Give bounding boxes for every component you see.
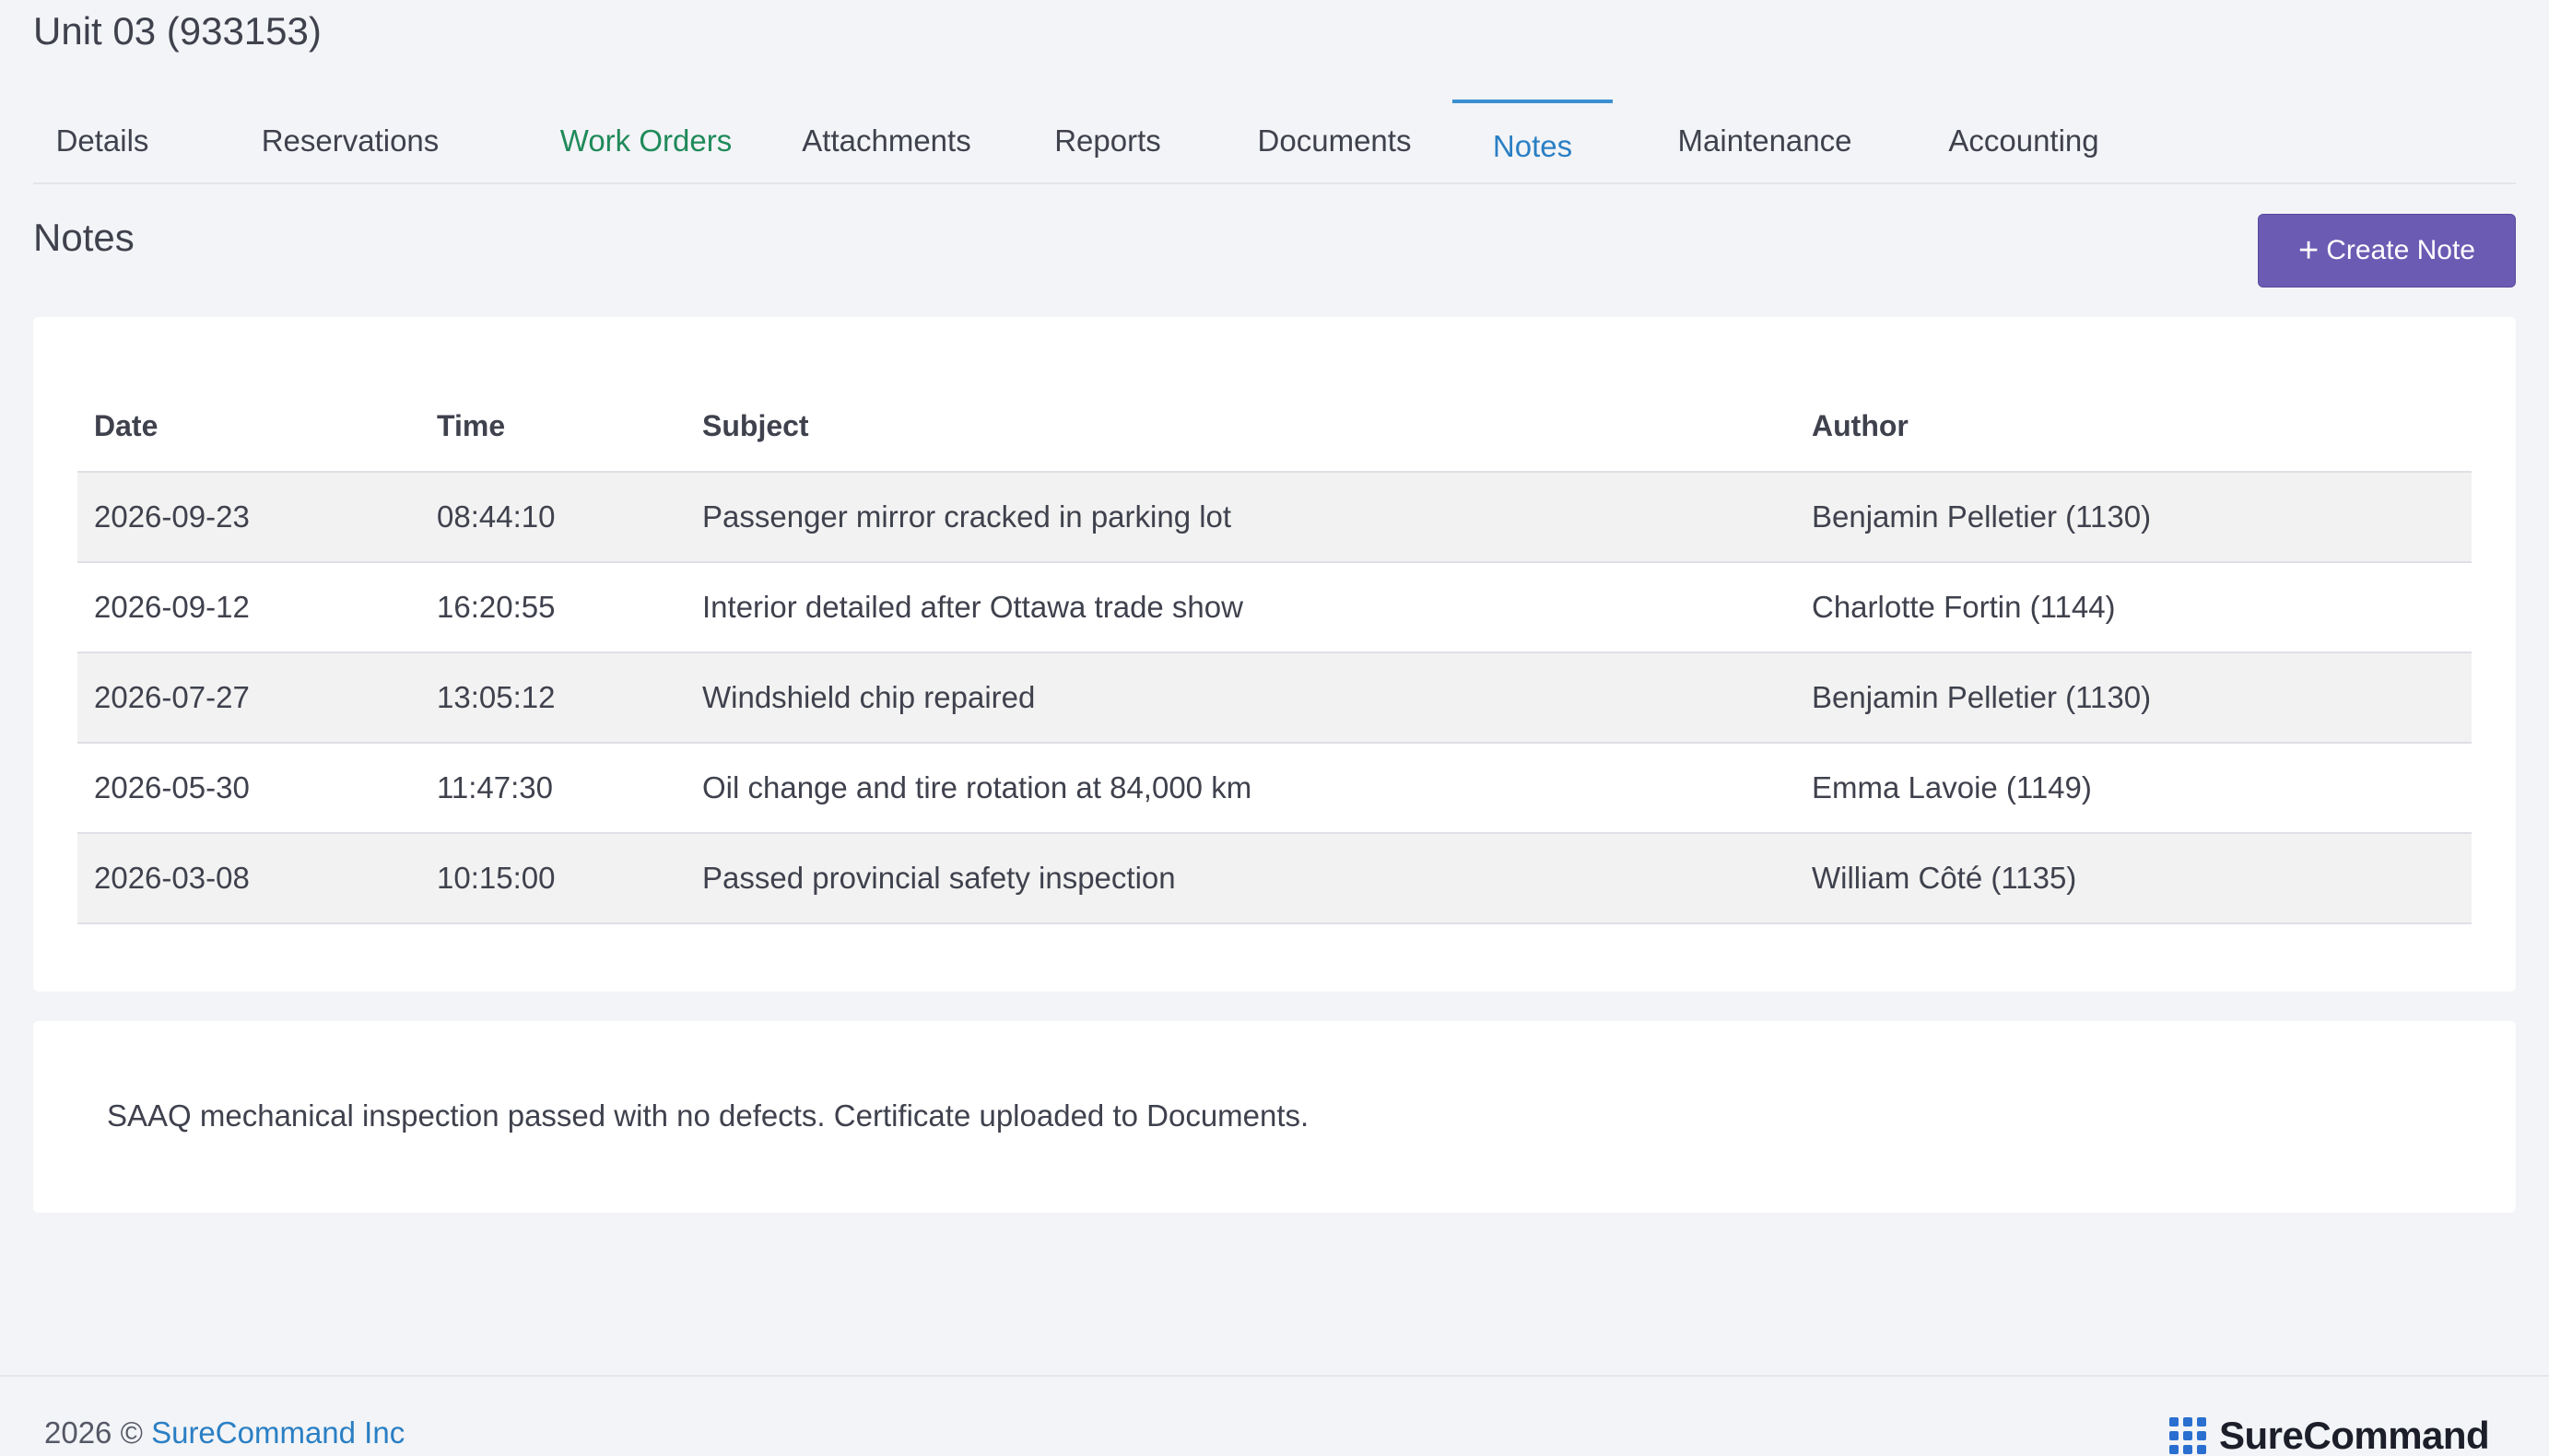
cell-subject: Passed provincial safety inspection <box>686 833 1795 924</box>
table-row[interactable]: 2026-03-08 10:15:00 Passed provincial sa… <box>77 833 2472 924</box>
footer-year: 2026 © <box>44 1415 143 1450</box>
create-note-button[interactable]: + Create Note <box>2258 214 2516 288</box>
notes-table: Date Time Subject Author 2026-09-23 08:4… <box>77 382 2472 924</box>
tab-bar: Details Reservations Work Orders Attachm… <box>33 100 2516 184</box>
brand-name: SureCommand <box>2219 1414 2490 1456</box>
cell-subject: Oil change and tire rotation at 84,000 k… <box>686 743 1795 834</box>
section-title: Notes <box>33 216 135 259</box>
tab-notes[interactable]: Notes <box>1452 100 1613 182</box>
tab-reports[interactable]: Reports <box>1032 100 1183 182</box>
cell-time: 13:05:12 <box>420 652 686 744</box>
table-row[interactable]: 2026-07-27 13:05:12 Windshield chip repa… <box>77 652 2472 744</box>
plus-icon: + <box>2298 231 2320 270</box>
cell-time: 11:47:30 <box>420 743 686 834</box>
tab-documents[interactable]: Documents <box>1233 100 1436 182</box>
cell-date: 2026-07-27 <box>77 652 420 744</box>
cell-date: 2026-09-23 <box>77 472 420 563</box>
cell-author: William Côté (1135) <box>1795 833 2472 924</box>
cell-subject: Passenger mirror cracked in parking lot <box>686 472 1795 563</box>
cell-subject: Windshield chip repaired <box>686 652 1795 744</box>
cell-subject: Interior detailed after Ottawa trade sho… <box>686 562 1795 653</box>
cell-time: 08:44:10 <box>420 472 686 563</box>
note-detail-card: SAAQ mechanical inspection passed with n… <box>33 1021 2516 1213</box>
column-header-date[interactable]: Date <box>77 382 420 473</box>
notes-table-card: Date Time Subject Author 2026-09-23 08:4… <box>33 317 2516 992</box>
table-row[interactable]: 2026-09-23 08:44:10 Passenger mirror cra… <box>77 472 2472 563</box>
cell-time: 10:15:00 <box>420 833 686 924</box>
cell-author: Charlotte Fortin (1144) <box>1795 562 2472 653</box>
footer: 2026 © SureCommand Inc SureCommand <box>0 1375 2549 1456</box>
column-header-subject[interactable]: Subject <box>686 382 1795 473</box>
grid-logo-icon <box>2169 1417 2206 1454</box>
table-row[interactable]: 2026-09-12 16:20:55 Interior detailed af… <box>77 562 2472 653</box>
column-header-time[interactable]: Time <box>420 382 686 473</box>
cell-date: 2026-03-08 <box>77 833 420 924</box>
footer-copyright: 2026 © SureCommand Inc <box>44 1415 405 1450</box>
tab-reservations[interactable]: Reservations <box>240 100 461 182</box>
create-note-label: Create Note <box>2326 235 2475 265</box>
cell-time: 16:20:55 <box>420 562 686 653</box>
page: Unit 03 (933153) Details Reservations Wo… <box>0 0 2549 1456</box>
tab-details[interactable]: Details <box>37 100 168 182</box>
brand-logo: SureCommand <box>2169 1414 2490 1456</box>
note-detail-text: SAAQ mechanical inspection passed with n… <box>107 1098 1310 1133</box>
unit-title: Unit 03 (933153) <box>33 9 322 53</box>
footer-company-link[interactable]: SureCommand Inc <box>151 1415 405 1450</box>
tab-accounting[interactable]: Accounting <box>1913 100 2134 182</box>
cell-author: Emma Lavoie (1149) <box>1795 743 2472 834</box>
tab-attachments[interactable]: Attachments <box>776 100 997 182</box>
table-header-row: Date Time Subject Author <box>77 382 2472 473</box>
tab-work-orders[interactable]: Work Orders <box>531 100 761 182</box>
cell-date: 2026-09-12 <box>77 562 420 653</box>
cell-date: 2026-05-30 <box>77 743 420 834</box>
cell-author: Benjamin Pelletier (1130) <box>1795 472 2472 563</box>
cell-author: Benjamin Pelletier (1130) <box>1795 652 2472 744</box>
tab-maintenance[interactable]: Maintenance <box>1644 100 1885 182</box>
column-header-author[interactable]: Author <box>1795 382 2472 473</box>
table-row[interactable]: 2026-05-30 11:47:30 Oil change and tire … <box>77 743 2472 834</box>
